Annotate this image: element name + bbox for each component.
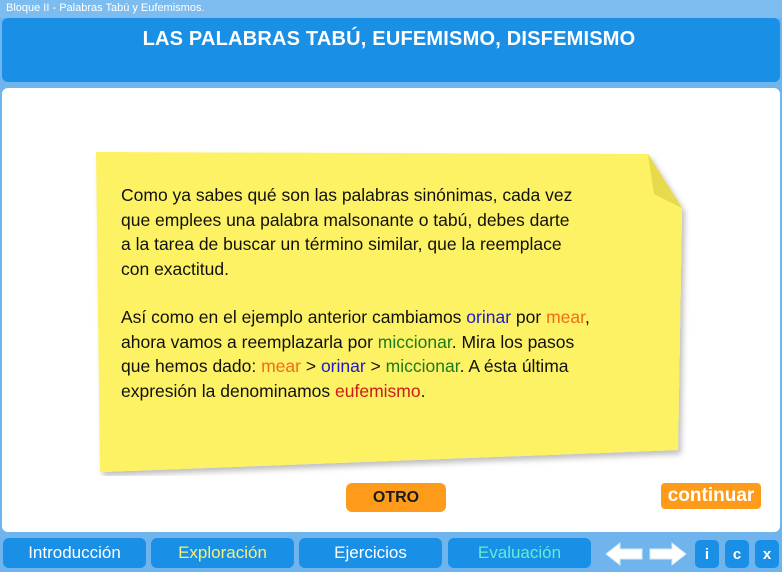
tab-exploracion[interactable]: Exploración <box>151 538 294 568</box>
text-segment: . <box>420 380 426 401</box>
tab-ejercicios[interactable]: Ejercicios <box>299 538 442 568</box>
tab-evaluacion[interactable]: Evaluación <box>448 538 591 568</box>
text-segment: ahora vamos a reemplazarla por <box>121 331 378 352</box>
note-line: con exactitud. <box>121 258 229 279</box>
note-line: expresión la denominamos eufemismo. <box>121 379 661 404</box>
text-segment: expresión la denominamos <box>121 380 336 401</box>
text-segment: que hemos dado: <box>121 356 262 376</box>
text-segment: > <box>365 356 386 376</box>
word-orinar: orinar <box>466 307 512 327</box>
note-line: Así como en el ejemplo anterior cambiamo… <box>121 305 661 330</box>
note-line: Como ya sabes qué son las palabras sinón… <box>121 185 573 205</box>
word-mear: mear <box>261 356 301 376</box>
note-line: que hemos dado: mear > orinar > micciona… <box>121 354 661 379</box>
note-line: que emplees una palabra malsonante o tab… <box>121 209 570 230</box>
title-bar: Bloque II - Palabras Tabú y Eufemismos. <box>0 0 782 18</box>
tab-introduccion[interactable]: Introducción <box>3 538 146 568</box>
text-segment: por <box>511 307 547 327</box>
note-paragraph-1: Como ya sabes qué son las palabras sinón… <box>121 183 661 281</box>
arrow-left-icon[interactable] <box>604 541 644 567</box>
word-miccionar: miccionar <box>385 356 460 376</box>
note-paragraph-2: Así como en el ejemplo anterior cambiamo… <box>121 305 661 403</box>
word-eufemismo: eufemismo <box>335 380 421 401</box>
breadcrumb: Bloque II - Palabras Tabú y Eufemismos. <box>6 2 205 14</box>
info-button[interactable]: i <box>695 540 719 568</box>
bottom-nav: Introducción Exploración Ejercicios Eval… <box>0 535 782 572</box>
word-mear: mear <box>546 307 585 327</box>
arrow-right-icon[interactable] <box>648 541 688 567</box>
word-orinar: orinar <box>320 356 366 376</box>
text-segment: , <box>584 307 590 327</box>
credits-button[interactable]: c <box>725 540 749 568</box>
text-segment: . A ésta última <box>459 356 569 376</box>
note-text: Como ya sabes qué son las palabras sinón… <box>121 183 661 403</box>
close-button[interactable]: x <box>755 540 779 568</box>
otro-button[interactable]: OTRO <box>346 483 446 512</box>
word-miccionar: miccionar <box>377 331 452 352</box>
text-segment: Así como en el ejemplo anterior cambiamo… <box>121 307 467 327</box>
note-line: ahora vamos a reemplazarla por miccionar… <box>121 330 661 355</box>
continuar-button[interactable]: continuar <box>661 483 761 509</box>
text-segment: > <box>300 356 321 376</box>
note-line: a la tarea de buscar un término similar,… <box>121 234 562 254</box>
text-segment: . Mira los pasos <box>451 331 575 352</box>
page-title: LAS PALABRAS TABÚ, EUFEMISMO, DISFEMISMO <box>142 28 636 50</box>
